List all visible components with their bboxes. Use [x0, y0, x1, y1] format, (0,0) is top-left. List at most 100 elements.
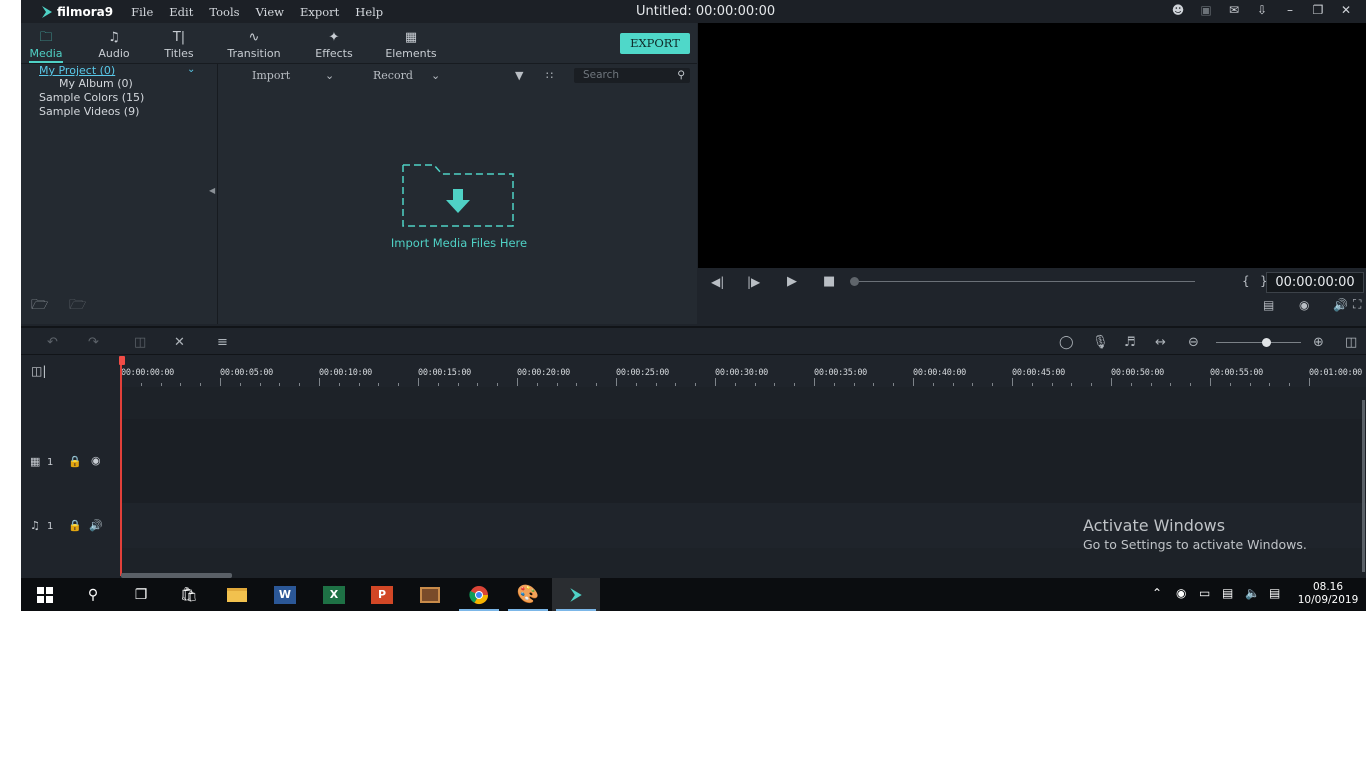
- next-frame-icon[interactable]: |▶: [747, 275, 760, 289]
- new-folder-icon[interactable]: 🗁: [31, 294, 48, 318]
- menu-tools[interactable]: Tools: [209, 5, 239, 19]
- redo-icon[interactable]: ↷: [88, 335, 99, 350]
- filmora-taskbar-icon[interactable]: [552, 578, 600, 611]
- clock-time: 08.16: [1312, 581, 1344, 593]
- folder-my-album[interactable]: My Album (0): [59, 77, 133, 90]
- zoom-out-icon[interactable]: ⊖: [1188, 335, 1199, 350]
- eye-icon[interactable]: ◉: [91, 454, 101, 467]
- folder-my-project[interactable]: My Project (0): [39, 64, 115, 77]
- undo-icon[interactable]: ↶: [47, 335, 58, 350]
- save-icon[interactable]: ▣: [1192, 3, 1220, 17]
- menu-export[interactable]: Export: [300, 5, 339, 19]
- microphone-icon[interactable]: 🎙: [1092, 335, 1109, 350]
- search-input[interactable]: Search ⚲: [574, 68, 690, 83]
- lock-icon[interactable]: 🔒: [68, 519, 82, 532]
- download-icon[interactable]: ⇩: [1248, 3, 1276, 17]
- stop-icon[interactable]: ■: [823, 274, 835, 289]
- tab-effects[interactable]: ✦ Effects: [314, 23, 354, 63]
- system-clock[interactable]: 08.16 10/09/2019: [1293, 581, 1363, 607]
- ruler-minor-tick: [1071, 383, 1073, 386]
- tab-transition[interactable]: ∿ Transition: [227, 23, 281, 63]
- mark-in-icon[interactable]: {: [1242, 274, 1250, 288]
- account-icon[interactable]: ☻: [1164, 3, 1192, 17]
- restore-icon[interactable]: ❐: [1304, 3, 1332, 17]
- tab-audio[interactable]: ♫ Audio: [96, 23, 132, 63]
- folder-sample-colors[interactable]: Sample Colors (15): [39, 91, 144, 104]
- previous-frame-icon[interactable]: ◀|: [711, 275, 724, 289]
- audio-mixer-icon[interactable]: ♬: [1124, 335, 1136, 350]
- speaker-icon[interactable]: 🔊: [89, 519, 103, 532]
- delete-icon[interactable]: ◫: [134, 335, 146, 350]
- chrome-icon[interactable]: [455, 578, 503, 611]
- ruler-minor-tick: [1031, 383, 1033, 386]
- import-dropdown[interactable]: Import: [252, 69, 290, 82]
- playback-progress-handle[interactable]: [850, 277, 859, 286]
- export-button[interactable]: EXPORT: [620, 33, 690, 54]
- record-dropdown[interactable]: Record: [373, 69, 413, 82]
- powerpoint-icon[interactable]: P: [358, 578, 406, 611]
- task-view-icon[interactable]: ❐: [117, 578, 165, 611]
- marker-icon[interactable]: ◯: [1059, 335, 1074, 350]
- tab-media[interactable]: 🗀 Media: [29, 23, 63, 63]
- ruler-minor-tick: [873, 383, 875, 386]
- collapse-panel-icon[interactable]: ◀: [209, 186, 215, 195]
- word-icon[interactable]: W: [261, 578, 309, 611]
- ruler-minor-tick: [338, 383, 340, 386]
- layout-icon[interactable]: ◫: [1345, 335, 1357, 350]
- add-track-icon[interactable]: ◫|: [31, 364, 46, 378]
- zoom-slider-handle[interactable]: [1262, 338, 1271, 347]
- import-media-label[interactable]: Import Media Files Here: [389, 236, 529, 250]
- start-icon[interactable]: [21, 578, 69, 611]
- ruler-minor-tick: [200, 383, 202, 386]
- menu-file[interactable]: File: [131, 5, 153, 19]
- chevron-up-icon[interactable]: ⌃: [1152, 586, 1162, 600]
- network-icon[interactable]: ▤: [1222, 586, 1233, 600]
- render-preview-icon[interactable]: ▤: [1263, 298, 1274, 312]
- play-icon[interactable]: ▶: [787, 274, 797, 289]
- media-player-icon[interactable]: [406, 578, 454, 611]
- paint-icon[interactable]: 🎨: [504, 578, 552, 611]
- volume-tray-icon[interactable]: 🔈: [1245, 586, 1260, 600]
- playhead[interactable]: [120, 356, 122, 576]
- search-icon[interactable]: ⚲: [677, 68, 685, 83]
- fit-timeline-icon[interactable]: ↔: [1155, 335, 1166, 350]
- chevron-down-icon[interactable]: ⌄: [431, 69, 440, 82]
- record-icon[interactable]: ◉: [1176, 586, 1186, 600]
- fullscreen-icon[interactable]: ⛶: [1353, 297, 1361, 312]
- store-icon[interactable]: 🛍: [165, 578, 213, 611]
- close-icon[interactable]: ✕: [1332, 3, 1360, 17]
- chevron-down-icon[interactable]: ⌄: [187, 64, 195, 75]
- battery-icon[interactable]: ▭: [1199, 586, 1210, 600]
- menu-edit[interactable]: Edit: [169, 5, 193, 19]
- volume-icon[interactable]: 🔊: [1333, 298, 1348, 312]
- search-icon[interactable]: ⚲: [69, 578, 117, 611]
- menu-help[interactable]: Help: [355, 5, 383, 19]
- delete-folder-icon[interactable]: 🗁: [69, 294, 86, 318]
- filter-icon[interactable]: ▼: [515, 69, 523, 82]
- notifications-icon[interactable]: ▤: [1269, 586, 1280, 600]
- file-explorer-icon[interactable]: [213, 578, 261, 611]
- adjust-icon[interactable]: ≡: [217, 335, 228, 350]
- zoom-in-icon[interactable]: ⊕: [1313, 335, 1324, 350]
- grid-view-icon[interactable]: ∷: [546, 69, 553, 82]
- folder-sample-videos[interactable]: Sample Videos (9): [39, 105, 139, 118]
- playback-progress-track[interactable]: [854, 281, 1195, 282]
- mail-icon[interactable]: ✉: [1220, 3, 1248, 17]
- chevron-down-icon[interactable]: ⌄: [325, 69, 334, 82]
- menu-view[interactable]: View: [256, 5, 284, 19]
- ruler-label: 00:00:40:00: [913, 368, 966, 378]
- minimize-icon[interactable]: –: [1276, 3, 1304, 17]
- tab-titles[interactable]: T| Titles: [163, 23, 195, 63]
- ruler-minor-tick: [1051, 383, 1053, 386]
- timeline-ruler[interactable]: ◫| 00:00:00:00 00:00:05:00 00:00:10:00 00:0…: [21, 356, 1366, 387]
- snapshot-icon[interactable]: ◉: [1299, 298, 1309, 312]
- tab-elements[interactable]: ▦ Elements: [385, 23, 437, 63]
- timeline-vertical-scrollbar[interactable]: [1362, 400, 1365, 572]
- video-track-lane[interactable]: [121, 419, 1366, 503]
- playhead-handle[interactable]: [119, 356, 125, 365]
- excel-icon[interactable]: X: [310, 578, 358, 611]
- cut-icon[interactable]: ✕: [174, 335, 185, 350]
- import-drop-zone-icon[interactable]: [402, 164, 515, 227]
- zoom-slider-track[interactable]: [1216, 342, 1301, 343]
- lock-icon[interactable]: 🔒: [68, 455, 82, 468]
